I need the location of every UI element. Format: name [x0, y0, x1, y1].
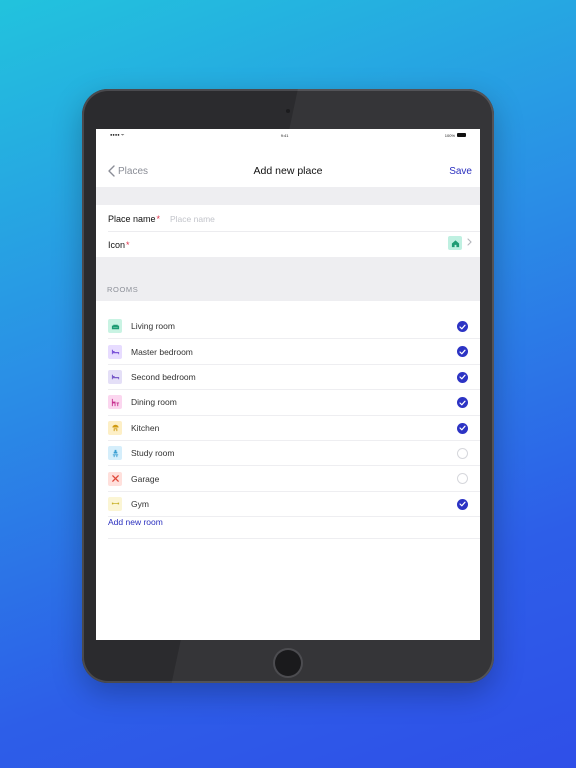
room-row[interactable]: Dining room: [108, 390, 480, 416]
battery-indicator: 100%: [445, 133, 466, 138]
battery-icon: [457, 133, 466, 137]
room-row[interactable]: Study room: [108, 441, 480, 467]
dumbbell-icon: [108, 496, 122, 511]
nav-bar: Places Add new place Save: [96, 155, 480, 187]
room-label: Living room: [131, 321, 175, 332]
home-button[interactable]: [275, 650, 301, 676]
checkmark-icon[interactable]: [457, 397, 468, 409]
icon-label: Icon: [108, 239, 126, 250]
required-marker: *: [126, 239, 130, 250]
page-title: Add new place: [253, 165, 323, 177]
battery-text: 100%: [444, 132, 455, 138]
divider: [108, 538, 480, 539]
back-label: Places: [118, 165, 149, 177]
checkmark-icon[interactable]: [457, 371, 468, 383]
room-row[interactable]: Garage: [108, 466, 480, 492]
signal-indicator: ●●●● ᯤ: [110, 132, 124, 138]
room-label: Dining room: [131, 397, 177, 408]
place-name-row: Place name *: [108, 207, 480, 232]
room-label: Gym: [131, 498, 149, 509]
kitchen-icon: [108, 420, 122, 435]
checkmark-icon[interactable]: [457, 422, 468, 434]
unchecked-circle-icon[interactable]: [457, 447, 468, 459]
room-label: Study room: [131, 448, 175, 459]
add-new-room-button[interactable]: Add new room: [108, 517, 163, 527]
room-row[interactable]: Living room: [108, 314, 480, 340]
tools-icon: [108, 471, 122, 486]
bed-icon: [108, 344, 122, 359]
room-row[interactable]: Master bedroom: [108, 339, 480, 365]
signal-text: ●●●● ᯤ: [110, 132, 125, 137]
back-button[interactable]: Places: [108, 155, 148, 187]
room-label: Garage: [131, 473, 160, 484]
icon-picker[interactable]: [448, 236, 472, 250]
checkmark-icon[interactable]: [457, 498, 468, 510]
status-bar: ●●●● ᯤ 9:41 100%: [96, 129, 480, 141]
icon-row[interactable]: Icon *: [108, 232, 480, 257]
place-name-input[interactable]: [170, 211, 450, 227]
tablet-frame: ●●●● ᯤ 9:41 100% Places Add new place Sa…: [82, 89, 494, 683]
status-time: 9:41: [280, 132, 289, 138]
unchecked-circle-icon[interactable]: [457, 473, 468, 485]
place-name-label: Place name: [108, 214, 156, 224]
room-row[interactable]: Kitchen: [108, 416, 480, 441]
chevron-right-icon: [467, 237, 472, 249]
home-icon: [448, 236, 462, 250]
rooms-section-background: [96, 257, 480, 301]
bed-icon: [108, 369, 122, 384]
room-row[interactable]: Gym: [108, 492, 480, 518]
required-marker: *: [156, 214, 161, 224]
save-button[interactable]: Save: [449, 155, 472, 187]
rooms-section-header: ROOMS: [107, 285, 139, 294]
rooms-list: Living room Master bedroom Second bedroom D…: [96, 314, 480, 518]
camera: [286, 109, 290, 113]
chevron-left-icon: [108, 165, 115, 177]
room-label: Kitchen: [131, 422, 160, 433]
room-label: Second bedroom: [131, 371, 196, 382]
room-row[interactable]: Second bedroom: [108, 365, 480, 391]
study-icon: [108, 446, 122, 461]
sofa-icon: [108, 319, 122, 334]
section-spacer: [96, 187, 480, 205]
checkmark-icon[interactable]: [457, 321, 468, 332]
room-label: Master bedroom: [131, 346, 193, 357]
dining-icon: [108, 395, 122, 410]
app-screen: ●●●● ᯤ 9:41 100% Places Add new place Sa…: [96, 129, 480, 640]
checkmark-icon[interactable]: [457, 346, 468, 358]
